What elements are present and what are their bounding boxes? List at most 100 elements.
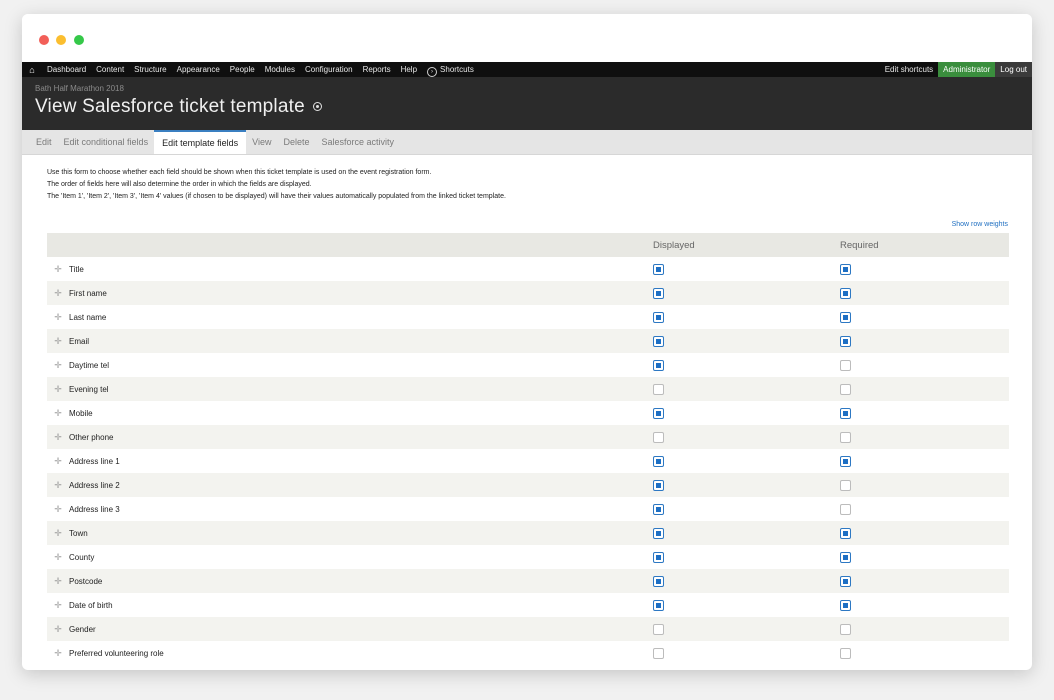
toolbar-item-people[interactable]: People [225,62,260,77]
drag-handle-icon[interactable]: ✛ [53,528,63,539]
field-name: Mobile [69,408,93,418]
required-checkbox[interactable] [840,335,851,347]
required-checkbox[interactable] [840,287,851,299]
field-name: Title [69,264,84,274]
drag-handle-icon[interactable]: ✛ [53,264,63,275]
drag-handle-icon[interactable]: ✛ [53,432,63,443]
required-checkbox[interactable] [840,455,851,467]
displayed-checkbox[interactable] [653,647,664,659]
drag-handle-icon[interactable]: ✛ [53,456,63,467]
help-line: The order of fields here will also deter… [47,181,312,188]
toolbar-item-modules[interactable]: Modules [260,62,300,77]
toolbar-item-shortcuts[interactable]: › Shortcuts [422,62,479,77]
required-cell [840,449,1009,473]
required-checkbox[interactable] [840,647,851,659]
drag-handle-icon[interactable]: ✛ [53,360,63,371]
required-cell [840,617,1009,641]
show-row-weights-link[interactable]: Show row weights [47,220,1008,229]
column-header-required: Required [840,233,1009,257]
field-name-cell: ✛ Mobile [47,401,653,425]
shortcut-star-icon[interactable] [312,102,322,111]
toolbar-item-appearance[interactable]: Appearance [172,62,225,77]
required-checkbox[interactable] [840,383,851,395]
minimize-window-button[interactable] [56,35,66,45]
tab-view[interactable]: View [246,130,277,154]
drag-handle-icon[interactable]: ✛ [53,624,63,635]
required-checkbox[interactable] [840,359,851,371]
displayed-cell [653,401,840,425]
displayed-checkbox[interactable] [653,527,664,539]
required-checkbox[interactable] [840,311,851,323]
displayed-cell [653,641,840,665]
drag-handle-icon[interactable]: ✛ [53,480,63,491]
displayed-checkbox[interactable] [653,359,664,371]
displayed-checkbox[interactable] [653,623,664,635]
table-row: ✛ Evening tel [47,377,1009,401]
field-name: Preferred volunteering role [69,648,164,658]
required-checkbox[interactable] [840,407,851,419]
drag-handle-icon[interactable]: ✛ [53,552,63,563]
displayed-checkbox[interactable] [653,503,664,515]
drag-handle-icon[interactable]: ✛ [53,336,63,347]
toolbar-item-configuration[interactable]: Configuration [300,62,358,77]
displayed-checkbox[interactable] [653,263,664,275]
drag-handle-icon[interactable]: ✛ [53,576,63,587]
tab-edit-conditional-fields[interactable]: Edit conditional fields [58,130,155,154]
displayed-checkbox[interactable] [653,575,664,587]
displayed-checkbox[interactable] [653,383,664,395]
field-name-cell: ✛ Preferred volunteering role [47,641,653,665]
edit-shortcuts-link[interactable]: Edit shortcuts [880,62,938,77]
logout-link[interactable]: Log out [995,62,1032,77]
displayed-checkbox[interactable] [653,287,664,299]
close-window-button[interactable] [39,35,49,45]
field-name: Address line 2 [69,480,120,490]
required-checkbox[interactable] [840,551,851,563]
required-checkbox[interactable] [840,503,851,515]
toolbar-item-dashboard[interactable]: Dashboard [42,62,91,77]
tab-salesforce-activity[interactable]: Salesforce activity [316,130,401,154]
displayed-checkbox[interactable] [653,551,664,563]
field-name: Gender [69,624,96,634]
field-name-cell: ✛ Other phone [47,425,653,449]
page-title: View Salesforce ticket template [35,96,1032,118]
drag-handle-icon[interactable]: ✛ [53,648,63,659]
displayed-checkbox[interactable] [653,599,664,611]
drag-handle-icon[interactable]: ✛ [53,288,63,299]
displayed-cell [653,449,840,473]
required-checkbox[interactable] [840,263,851,275]
drag-handle-icon[interactable]: ✛ [53,504,63,515]
drag-handle-icon[interactable]: ✛ [53,312,63,323]
toolbar-item-reports[interactable]: Reports [358,62,396,77]
drag-handle-icon[interactable]: ✛ [53,384,63,395]
displayed-checkbox[interactable] [653,431,664,443]
displayed-checkbox[interactable] [653,311,664,323]
toolbar-item-content[interactable]: Content [91,62,129,77]
tab-delete[interactable]: Delete [277,130,315,154]
maximize-window-button[interactable] [74,35,84,45]
required-checkbox[interactable] [840,599,851,611]
window-titlebar [22,14,1032,62]
table-row: ✛ Date of birth [47,593,1009,617]
drag-handle-icon[interactable]: ✛ [53,600,63,611]
user-account-link[interactable]: Administrator [938,62,996,77]
toolbar-item-structure[interactable]: Structure [129,62,171,77]
required-checkbox[interactable] [840,527,851,539]
tab-edit[interactable]: Edit [22,130,58,154]
required-checkbox[interactable] [840,575,851,587]
required-cell [840,521,1009,545]
required-checkbox[interactable] [840,479,851,491]
toolbar-item-help[interactable]: Help [396,62,422,77]
required-checkbox[interactable] [840,623,851,635]
displayed-cell [653,329,840,353]
home-icon[interactable]: ⌂ [22,65,42,75]
displayed-checkbox[interactable] [653,455,664,467]
displayed-checkbox[interactable] [653,407,664,419]
field-name-cell: ✛ Daytime tel [47,353,653,377]
displayed-checkbox[interactable] [653,335,664,347]
tab-edit-template-fields[interactable]: Edit template fields [154,130,247,154]
displayed-checkbox[interactable] [653,479,664,491]
required-cell [840,473,1009,497]
required-checkbox[interactable] [840,431,851,443]
table-row: ✛ Mobile [47,401,1009,425]
drag-handle-icon[interactable]: ✛ [53,408,63,419]
